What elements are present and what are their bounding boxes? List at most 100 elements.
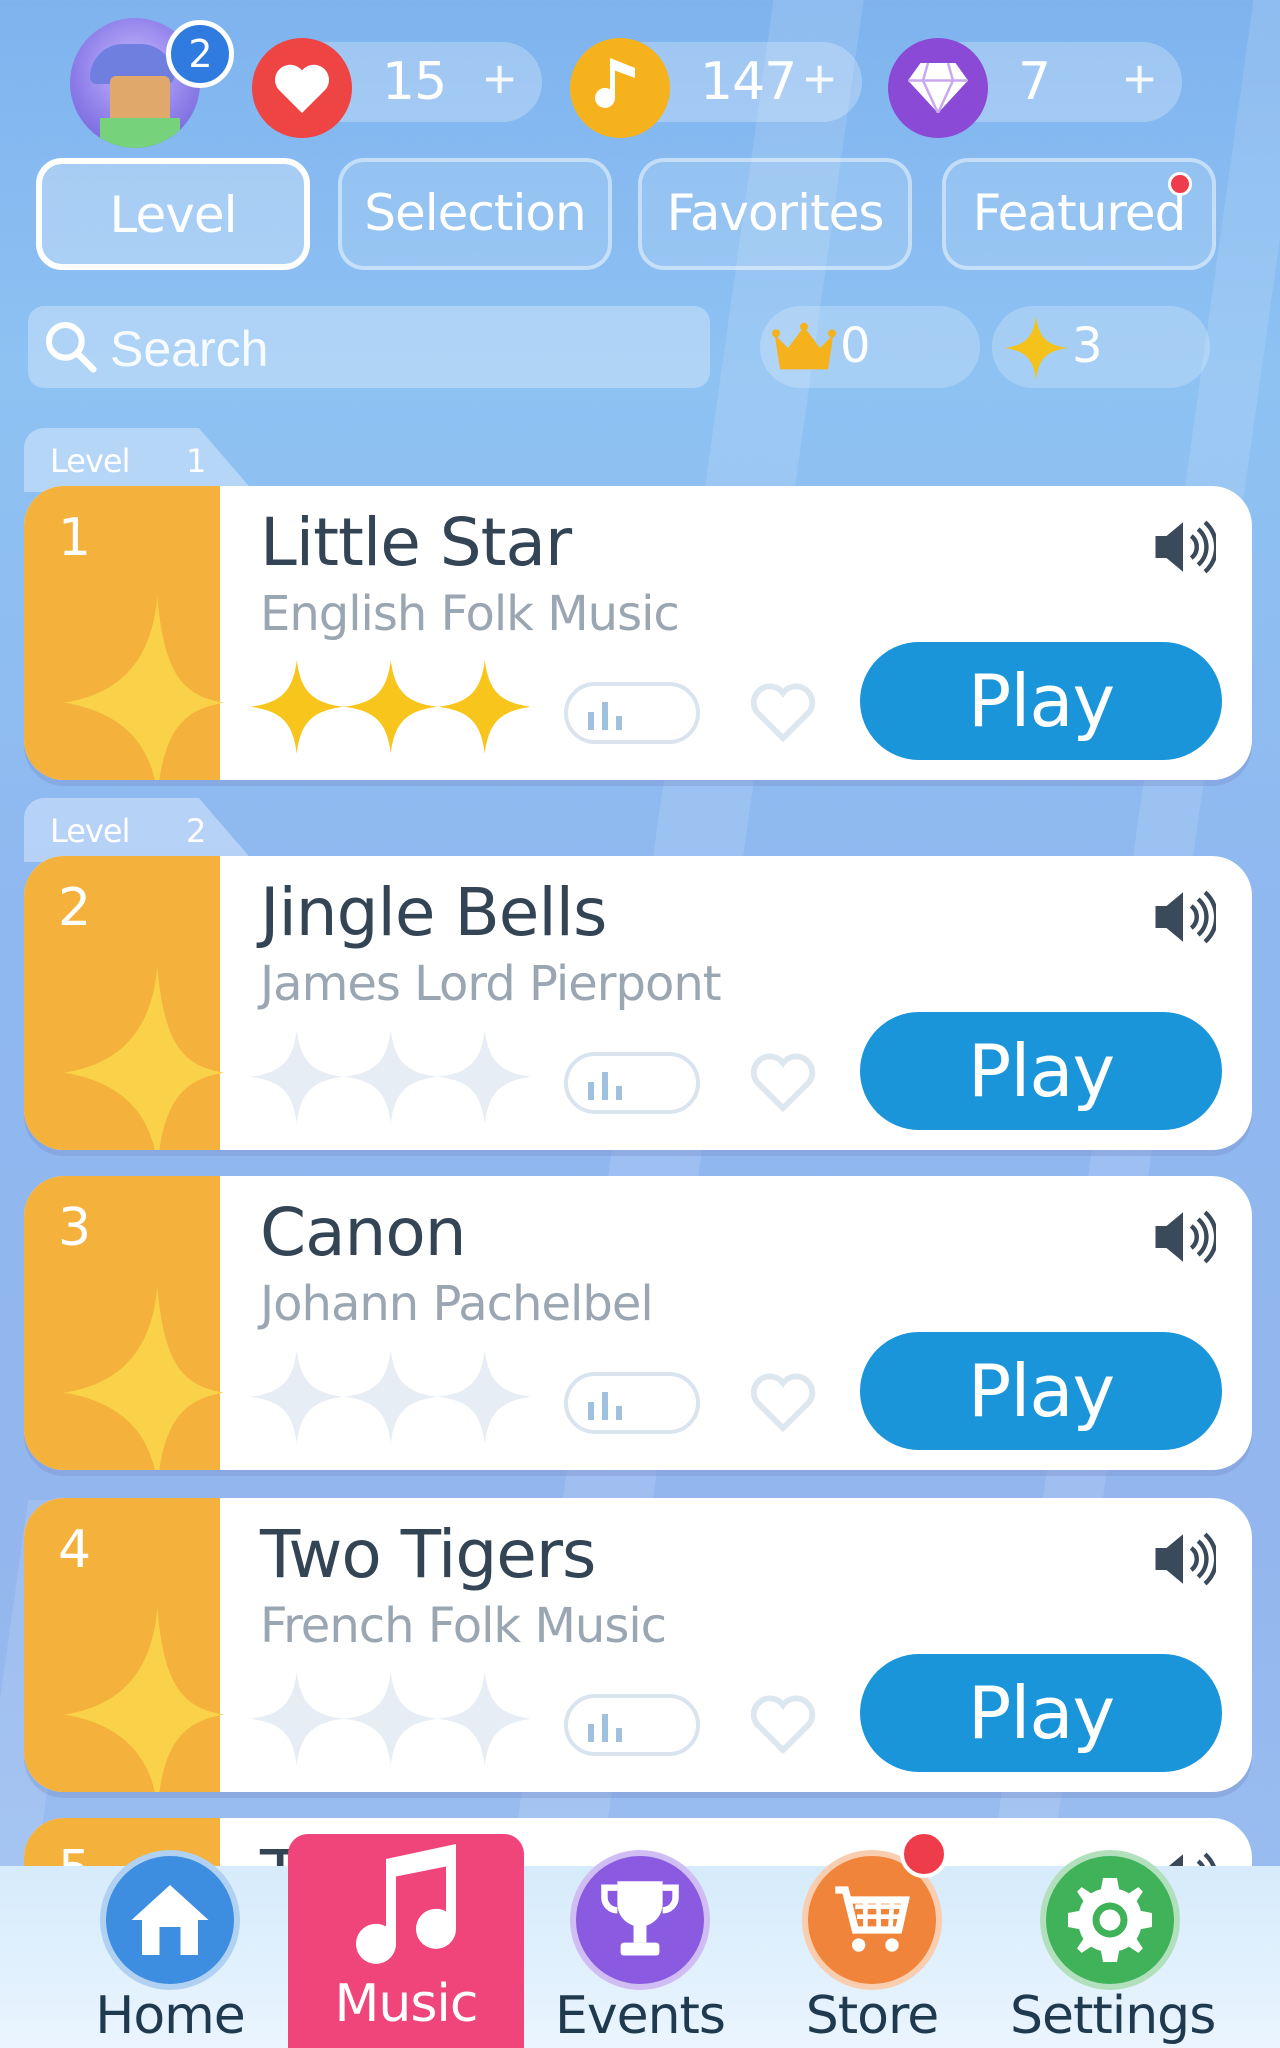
level-group-number: 2: [186, 812, 206, 850]
star-rating: [250, 660, 530, 754]
rating-star-icon: [438, 1350, 530, 1444]
player-level-badge: 2: [166, 20, 234, 88]
level-group-number: 1: [186, 442, 206, 480]
rating-star-icon: [438, 660, 530, 754]
leaderboard-button[interactable]: [564, 1052, 700, 1114]
star-rating: [250, 1672, 530, 1766]
song-rank-panel: 4: [24, 1498, 224, 1792]
play-button[interactable]: Play: [860, 1654, 1222, 1772]
sparkle-icon: [64, 1286, 224, 1470]
search-placeholder: Search: [110, 321, 269, 377]
nav-home[interactable]: Home: [70, 1850, 270, 2048]
notes-counter[interactable]: 147 +: [570, 38, 862, 138]
trophy-icon: [570, 1850, 710, 1990]
star-rating: [250, 1030, 530, 1124]
rating-star-icon: [250, 1350, 344, 1444]
gear-icon: [1040, 1850, 1180, 1990]
star-icon: [1004, 316, 1068, 380]
gems-counter[interactable]: 7 +: [888, 38, 1182, 138]
speaker-icon[interactable]: [1150, 1204, 1216, 1270]
nav-events[interactable]: Events: [540, 1850, 740, 2048]
notification-dot: [1168, 172, 1192, 196]
rating-star-icon: [344, 1350, 438, 1444]
level-group-header: Level 1: [24, 428, 254, 492]
level-group-label: Level: [50, 442, 130, 480]
crown-icon: [772, 322, 836, 370]
gems-add-button[interactable]: +: [1123, 46, 1156, 111]
star-counter: 3: [992, 306, 1210, 388]
song-artist: English Folk Music: [260, 586, 680, 642]
leaderboard-button[interactable]: [564, 682, 700, 744]
tab-favorites[interactable]: Favorites: [638, 158, 912, 270]
notification-dot: [900, 1830, 948, 1878]
song-rank-panel: 2: [24, 856, 224, 1150]
star-rating: [250, 1350, 530, 1444]
song-artist: Johann Pachelbel: [260, 1276, 654, 1332]
notes-add-button[interactable]: +: [803, 46, 836, 111]
bar-chart-icon: [588, 1392, 622, 1420]
sparkle-icon: [64, 596, 224, 780]
song-card[interactable]: 3 Canon Johann Pachelbel Play: [24, 1176, 1252, 1470]
speaker-icon[interactable]: [1150, 514, 1216, 580]
favorite-heart-icon[interactable]: [748, 1050, 818, 1114]
music-note-icon: [356, 1844, 456, 1964]
play-button[interactable]: Play: [860, 1012, 1222, 1130]
nav-store-label: Store: [805, 1986, 939, 2046]
favorite-heart-icon[interactable]: [748, 680, 818, 744]
song-card[interactable]: 2 Jingle Bells James Lord Pierpont Play: [24, 856, 1252, 1150]
star-value: 3: [1072, 318, 1103, 374]
favorite-heart-icon[interactable]: [748, 1692, 818, 1756]
rating-star-icon: [250, 1030, 344, 1124]
favorite-heart-icon[interactable]: [748, 1370, 818, 1434]
rating-star-icon: [438, 1672, 530, 1766]
song-rank: 1: [58, 508, 91, 568]
rating-star-icon: [344, 1030, 438, 1124]
level-group-label: Level: [50, 812, 130, 850]
play-button[interactable]: Play: [860, 1332, 1222, 1450]
speaker-icon[interactable]: [1150, 1526, 1216, 1592]
lives-value: 15: [382, 52, 447, 112]
nav-settings[interactable]: Settings: [1010, 1850, 1216, 2048]
gems-value: 7: [1018, 52, 1051, 112]
song-title: Canon: [260, 1194, 467, 1271]
song-rank-panel: 1: [24, 486, 224, 780]
notes-value: 147: [700, 52, 797, 112]
nav-music[interactable]: Music: [288, 1834, 524, 2048]
nav-events-label: Events: [554, 1986, 726, 2046]
lives-counter[interactable]: 15 +: [252, 38, 542, 138]
song-rank-panel: 3: [24, 1176, 224, 1470]
rating-star-icon: [344, 660, 438, 754]
song-title: Two Tigers: [260, 1516, 596, 1593]
rating-star-icon: [438, 1030, 530, 1124]
nav-store[interactable]: Store: [772, 1830, 972, 2048]
home-icon: [100, 1850, 240, 1990]
lives-add-button[interactable]: +: [483, 46, 516, 111]
play-button[interactable]: Play: [860, 642, 1222, 760]
song-title: Jingle Bells: [260, 874, 607, 951]
tab-featured[interactable]: Featured: [942, 158, 1216, 270]
tab-selection[interactable]: Selection: [338, 158, 612, 270]
song-rank: 2: [58, 878, 91, 938]
music-note-icon: [570, 38, 670, 138]
heart-icon: [252, 38, 352, 138]
song-card[interactable]: 1 Little Star English Folk Music Play: [24, 486, 1252, 780]
song-title: Little Star: [260, 504, 572, 581]
bar-chart-icon: [588, 1072, 622, 1100]
leaderboard-button[interactable]: [564, 1372, 700, 1434]
song-rank: 3: [58, 1198, 91, 1258]
tab-featured-label: Featured: [972, 184, 1187, 242]
bar-chart-icon: [588, 1714, 622, 1742]
nav-music-label: Music: [334, 1974, 479, 2034]
song-artist: James Lord Pierpont: [260, 956, 722, 1012]
song-card[interactable]: 4 Two Tigers French Folk Music Play: [24, 1498, 1252, 1792]
leaderboard-button[interactable]: [564, 1694, 700, 1756]
rating-star-icon: [250, 660, 344, 754]
crown-value: 0: [840, 318, 871, 374]
song-rank: 4: [58, 1520, 91, 1580]
rating-star-icon: [250, 1672, 344, 1766]
tab-level[interactable]: Level: [36, 158, 310, 270]
speaker-icon[interactable]: [1150, 884, 1216, 950]
search-input[interactable]: Search: [28, 306, 710, 388]
sparkle-icon: [64, 1608, 224, 1792]
nav-settings-label: Settings: [1010, 1986, 1216, 2046]
